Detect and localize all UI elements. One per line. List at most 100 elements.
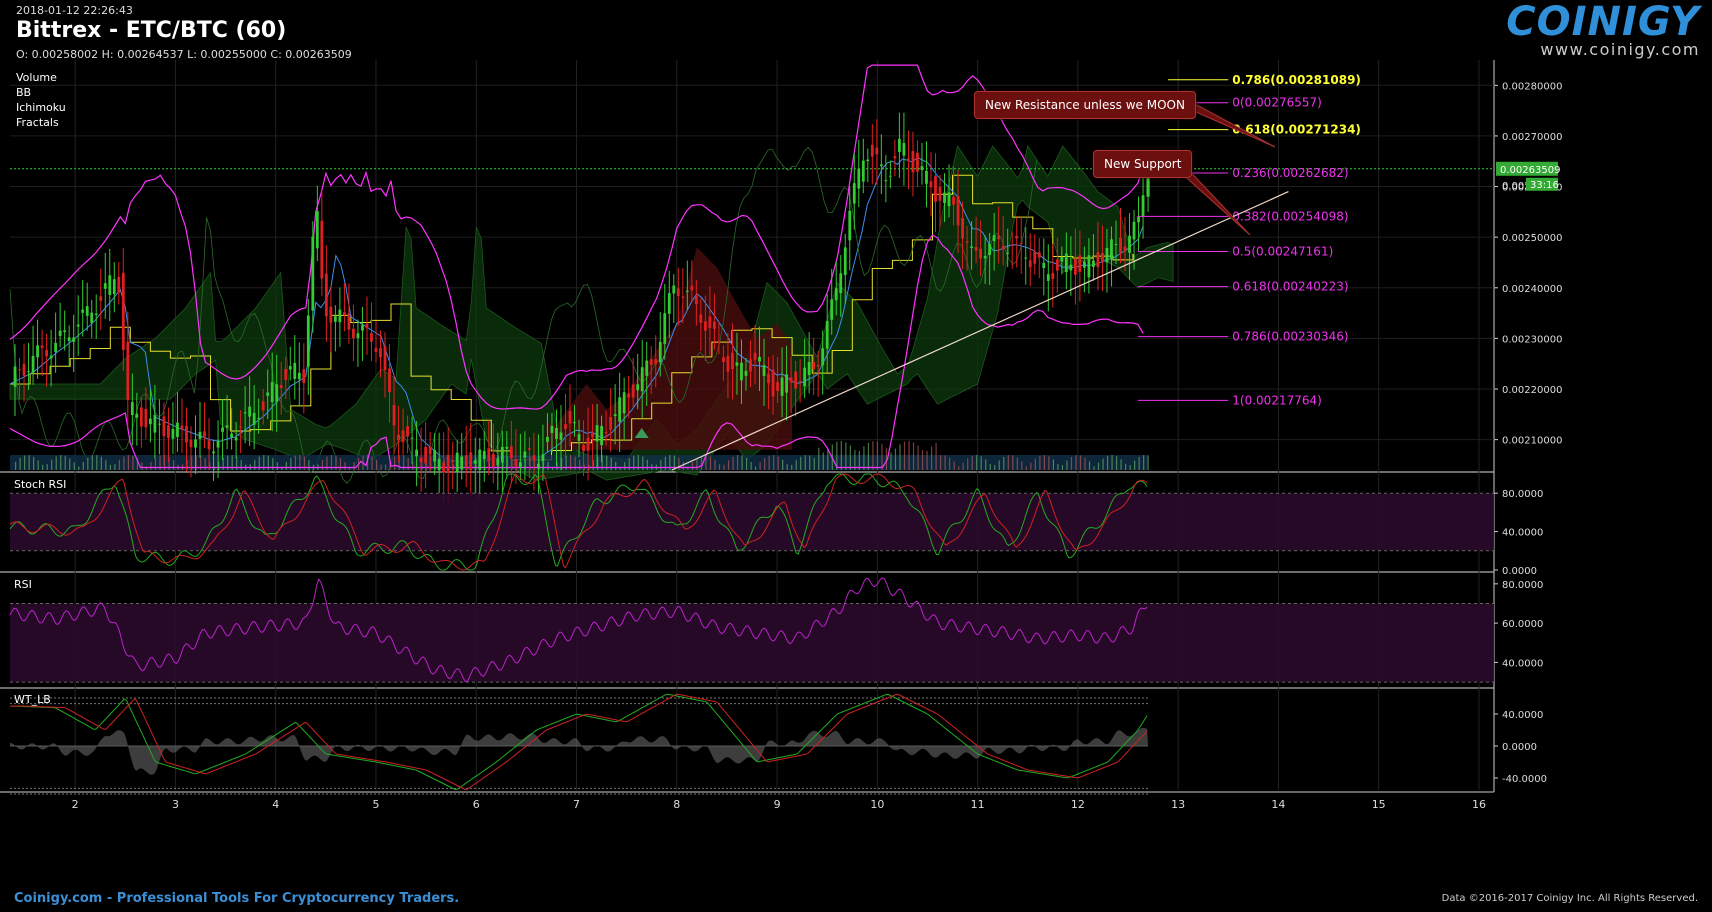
x-tick-label-5: 5	[372, 798, 379, 811]
volume-bar-199	[912, 442, 915, 470]
volume-bar-53	[254, 459, 256, 470]
candle-body-201	[920, 166, 924, 170]
volume-bar-18	[96, 455, 98, 470]
candle-body-127	[586, 437, 590, 451]
candle-body-49	[234, 437, 238, 441]
candle-body-250	[1141, 195, 1145, 217]
x-tick-label-7: 7	[573, 798, 580, 811]
logo-wordmark: COINIGY	[1506, 0, 1700, 45]
volume-bar-223	[1021, 461, 1023, 470]
candle-body-233	[1064, 253, 1068, 273]
candle-body-57	[270, 381, 274, 403]
candle-body-109	[505, 446, 509, 449]
volume-bar-242	[1106, 455, 1109, 470]
volume-bar-35	[172, 460, 175, 470]
candle-body-64	[302, 369, 306, 383]
volume-bar-136	[628, 458, 630, 470]
volume-bar-1	[19, 457, 21, 470]
volume-bar-213	[976, 455, 978, 470]
candle-body-117	[541, 454, 545, 461]
volume-bar-227	[1039, 455, 1041, 470]
volume-bar-21	[109, 464, 111, 470]
volume-bar-163	[750, 461, 752, 470]
chart-svg[interactable]: 0.786(0.00281089) 0(0.00276557) 0.618(0.00…	[0, 0, 1712, 912]
stoch-rsi-y-tick-label-1: 40.0000	[1502, 528, 1543, 539]
volume-bar-133	[615, 461, 617, 470]
volume-bar-188	[863, 446, 865, 470]
candle-body-143	[658, 341, 662, 363]
volume-bar-5	[37, 460, 39, 470]
candle-body-2	[22, 363, 26, 376]
candle-body-45	[216, 440, 220, 448]
candle-body-66	[311, 236, 315, 311]
candle-body-108	[500, 446, 504, 463]
candle-body-80	[374, 347, 378, 352]
candle-body-136	[627, 393, 631, 398]
candle-body-59	[279, 385, 283, 389]
volume-bar-232	[1061, 465, 1064, 470]
candle-body-56	[266, 392, 270, 396]
candle-body-11	[63, 330, 67, 333]
volume-bar-57	[272, 458, 274, 470]
candle-body-246	[1123, 246, 1127, 252]
fib-label-7: 0.786(0.00230346)	[1232, 330, 1348, 344]
volume-bar-161	[741, 455, 743, 470]
fib-label-3: 0.236(0.00262682)	[1232, 166, 1348, 180]
candle-body-67	[315, 211, 319, 249]
candle-body-139	[640, 367, 644, 392]
candle-body-29	[144, 408, 148, 428]
indicator-fractals[interactable]: Fractals	[16, 115, 66, 130]
candle-body-205	[938, 187, 942, 201]
volume-bar-183	[840, 441, 842, 470]
fib-label-8: 1(0.00217764)	[1232, 393, 1322, 407]
volume-bar-160	[736, 455, 739, 470]
footer-tagline[interactable]: Coinigy.com - Professional Tools For Cry…	[14, 891, 459, 906]
volume-bar-13	[73, 462, 75, 470]
candle-body-227	[1037, 252, 1041, 258]
candle-body-154	[708, 316, 712, 328]
candle-body-24	[121, 272, 125, 350]
volume-bar-177	[813, 457, 815, 470]
volume-bar-234	[1070, 456, 1073, 470]
y-tick-label-price-1: 0.00270000	[1502, 132, 1562, 143]
candle-body-81	[379, 348, 382, 358]
wt-y-tick-label-0: 40.0000	[1502, 710, 1543, 721]
candle-body-214	[979, 248, 983, 259]
candle-body-106	[491, 453, 495, 467]
candle-body-236	[1078, 255, 1082, 272]
indicator-ichimoku[interactable]: Ichimoku	[16, 100, 66, 115]
candle-body-161	[740, 362, 743, 381]
candle-body-107	[496, 458, 500, 466]
x-tick-label-8: 8	[673, 798, 680, 811]
candle-body-113	[523, 451, 527, 458]
candle-body-170	[780, 377, 784, 396]
candle-body-96	[446, 454, 450, 474]
volume-bar-22	[114, 464, 116, 470]
candle-body-239	[1092, 260, 1095, 267]
rsi-y-tick-label-1: 60.0000	[1502, 619, 1543, 630]
candle-body-186	[852, 183, 856, 204]
volume-bar-65	[308, 460, 310, 470]
candle-body-238	[1087, 255, 1091, 278]
candle-body-75	[352, 328, 355, 339]
candle-body-19	[99, 296, 103, 301]
indicator-bb[interactable]: BB	[16, 85, 66, 100]
volume-bar-198	[908, 441, 910, 470]
x-tick-label-9: 9	[774, 798, 781, 811]
volume-bar-190	[872, 441, 874, 470]
indicator-volume[interactable]: Volume	[16, 70, 66, 85]
candle-body-58	[275, 384, 279, 402]
volume-bar-164	[755, 466, 757, 470]
candle-body-14	[76, 324, 80, 327]
candle-body-226	[1033, 252, 1037, 264]
y-tick-label-price-0: 0.00280000	[1502, 81, 1562, 92]
volume-bar-228	[1043, 455, 1045, 470]
fib-label-0: 0.786(0.00281089)	[1232, 73, 1361, 87]
candle-body-240	[1096, 252, 1100, 268]
candle-body-35	[171, 428, 175, 439]
volume-bar-16	[87, 457, 89, 470]
candle-body-198	[907, 158, 910, 160]
candle-body-210	[961, 218, 964, 239]
volume-bar-158	[727, 460, 730, 470]
volume-bar-220	[1007, 455, 1009, 470]
